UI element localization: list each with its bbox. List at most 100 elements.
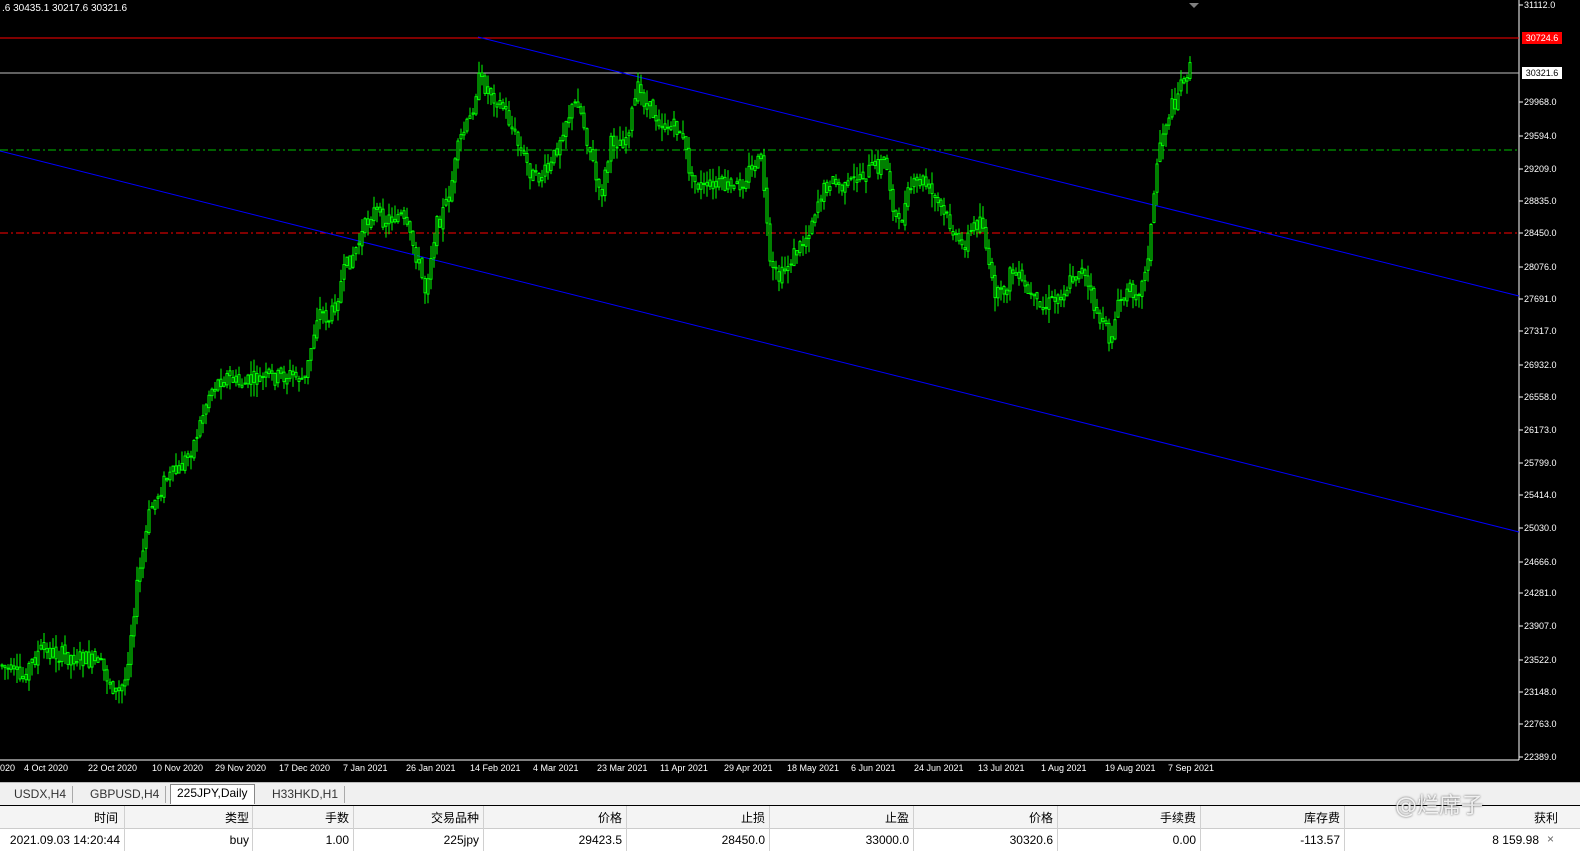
- chart-canvas[interactable]: [0, 0, 1580, 780]
- candle-body: [663, 123, 667, 130]
- candle-body: [1005, 289, 1009, 296]
- col-header-take-profit[interactable]: 止盈: [769, 808, 909, 828]
- candle-body: [279, 367, 283, 374]
- candle-body: [1146, 258, 1150, 271]
- candle-body: [1164, 124, 1168, 135]
- candle-body: [99, 658, 103, 661]
- date-tick-label: 13 Jul 2021: [978, 763, 1025, 773]
- candle-body: [777, 271, 781, 282]
- candle-body: [117, 687, 121, 692]
- candle-body: [1017, 271, 1021, 279]
- candle-body: [717, 178, 721, 188]
- candle-body: [1068, 275, 1072, 289]
- date-tick-label: 6 Jun 2021: [851, 763, 896, 773]
- candle-body: [645, 103, 649, 110]
- candle-body: [1086, 275, 1090, 287]
- price-tick-label: 29209.0: [1524, 164, 1557, 174]
- candle-body: [282, 371, 286, 383]
- candle-body: [666, 126, 670, 129]
- candle-body: [780, 266, 784, 284]
- candle-body: [396, 214, 400, 223]
- candle-body: [789, 263, 793, 266]
- candle-body: [852, 176, 856, 179]
- col-header-time[interactable]: 时间: [0, 808, 118, 828]
- col-header-current-price[interactable]: 价格: [913, 808, 1053, 828]
- price-chart[interactable]: .6 30435.1 30217.6 30321.6 31112.0 29968.…: [0, 0, 1580, 780]
- candle-body: [630, 107, 634, 131]
- tab-gbpusd-h4[interactable]: GBPUSD,H4: [84, 786, 167, 803]
- candle-body: [327, 320, 331, 323]
- candle-body: [1041, 307, 1045, 311]
- candle-body: [618, 139, 622, 146]
- candle-body: [837, 182, 841, 186]
- col-header-lots[interactable]: 手数: [252, 808, 349, 828]
- cell-time: 2021.09.03 14:20:44: [9, 833, 120, 847]
- candle-body: [834, 178, 838, 185]
- candle-body: [201, 414, 205, 424]
- date-tick-label: 11 Apr 2021: [660, 763, 708, 773]
- candle-body: [819, 198, 823, 202]
- candle-body: [591, 149, 595, 162]
- candle-body: [894, 210, 898, 217]
- price-tick-label: 23907.0: [1524, 621, 1557, 631]
- col-header-symbol[interactable]: 交易品种: [353, 808, 479, 828]
- candle-body: [1020, 269, 1024, 281]
- tab-h33hkd-h1[interactable]: H33HKD,H1: [266, 786, 346, 803]
- candle-body: [1158, 142, 1162, 163]
- price-tick-label: 27317.0: [1524, 326, 1557, 336]
- candle-body: [270, 370, 274, 374]
- candle-body: [975, 220, 979, 230]
- candle-body: [987, 247, 991, 265]
- candle-body: [813, 214, 817, 223]
- candle-body: [156, 496, 160, 499]
- candle-body: [84, 651, 88, 665]
- col-header-swap[interactable]: 库存费: [1200, 808, 1340, 828]
- price-tick-label: 23148.0: [1524, 687, 1557, 697]
- cell-current-price: 30320.6: [1009, 833, 1053, 847]
- candle-body: [1023, 280, 1027, 287]
- tab-225jpy-daily[interactable]: 225JPY,Daily: [170, 784, 255, 804]
- date-tick-label: 17 Dec 2020: [279, 763, 331, 773]
- date-tick-label: 26 Jan 2021: [406, 763, 456, 773]
- candle-body: [909, 188, 913, 191]
- tab-usdx-h4[interactable]: USDX,H4: [8, 786, 74, 803]
- cell-commission: 0.00: [1172, 833, 1196, 847]
- channel-lower-line: [0, 150, 1520, 533]
- candle-body: [1014, 272, 1018, 276]
- candle-body: [891, 188, 895, 212]
- price-tick-label: 24281.0: [1524, 588, 1557, 598]
- col-header-type[interactable]: 类型: [124, 808, 249, 828]
- col-header-open-price[interactable]: 价格: [483, 808, 622, 828]
- candle-body: [999, 287, 1003, 290]
- candle-body: [309, 348, 313, 361]
- candle-body: [855, 179, 859, 183]
- candle-body: [1107, 322, 1111, 344]
- candle-body: [978, 216, 982, 233]
- candle-body: [1182, 78, 1186, 84]
- candle-body: [300, 377, 304, 380]
- date-tick-label: 7 Jan 2021: [343, 763, 388, 773]
- candle-body: [1152, 193, 1156, 223]
- candle-body: [570, 103, 574, 119]
- candle-body: [3, 665, 7, 669]
- candle-body: [219, 378, 223, 388]
- col-header-commission[interactable]: 手续费: [1057, 808, 1196, 828]
- candle-body: [330, 305, 334, 322]
- col-header-stop-loss[interactable]: 止损: [626, 808, 765, 828]
- candle-body: [783, 268, 787, 272]
- candle-body: [336, 300, 340, 311]
- shift-marker-icon: [1189, 3, 1199, 8]
- candle-body: [1074, 276, 1078, 281]
- close-position-icon[interactable]: ×: [1547, 832, 1554, 846]
- price-tick-label: 31112.0: [1524, 0, 1556, 10]
- candle-body: [198, 420, 202, 437]
- candle-body: [495, 103, 499, 108]
- date-tick-label: 23 Mar 2021: [597, 763, 648, 773]
- candle-body: [249, 374, 253, 385]
- candle-body: [1149, 223, 1153, 262]
- candle-body: [726, 181, 730, 190]
- candle-body: [801, 244, 805, 247]
- candle-body: [711, 181, 715, 190]
- candle-body: [480, 72, 484, 77]
- candle-body: [1047, 297, 1051, 310]
